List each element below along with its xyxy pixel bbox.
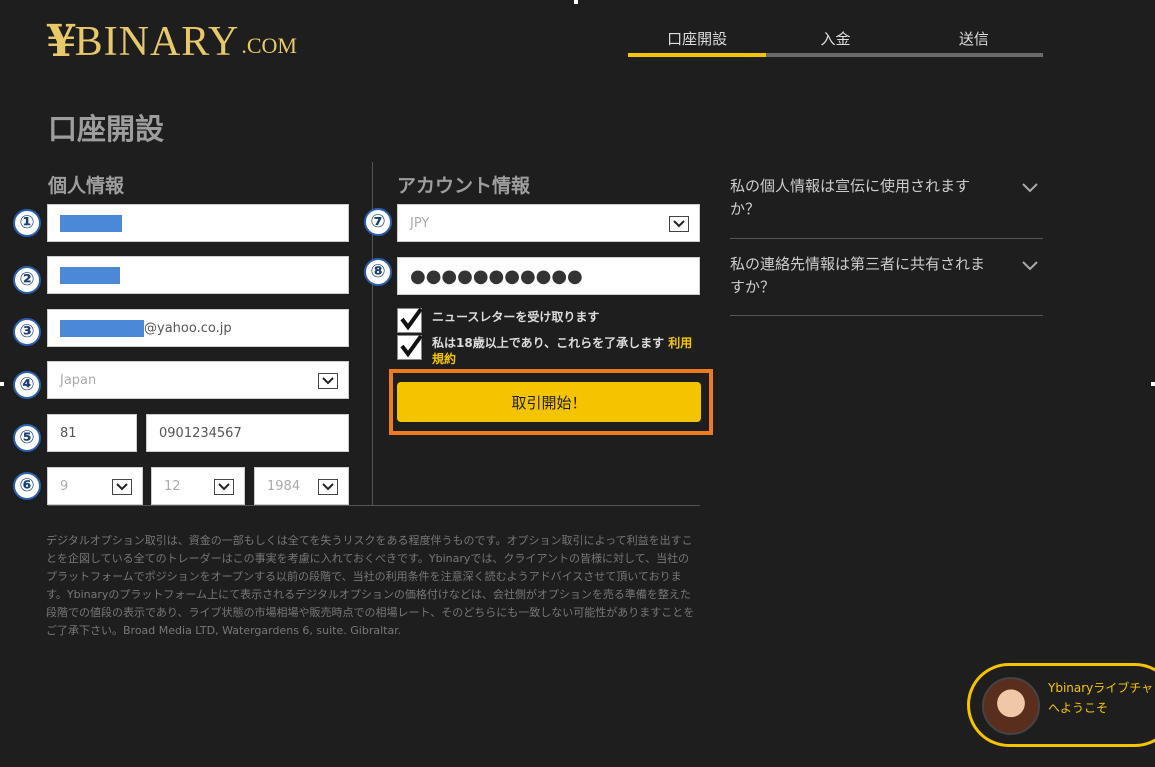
- chevron-down-icon: [318, 479, 338, 495]
- birth-month-select[interactable]: 12: [151, 467, 245, 505]
- redacted-text: [60, 266, 120, 284]
- selection-handle: [574, 0, 578, 4]
- step-number-1: ①: [13, 209, 41, 237]
- step-number-2: ②: [13, 266, 41, 294]
- chat-line-2: へようこそ: [1048, 701, 1109, 715]
- agent-avatar: [982, 677, 1040, 735]
- phone-number-value: 0901234567: [159, 425, 242, 441]
- step-number-3: ③: [13, 318, 41, 346]
- email-field[interactable]: @yahoo.co.jp: [47, 309, 349, 347]
- last-name-field[interactable]: [47, 256, 349, 294]
- faq-item-third-party[interactable]: 私の連絡先情報は第三者に共有されますか？: [730, 253, 1043, 316]
- chevron-down-icon: [669, 216, 689, 232]
- checkmark-icon: [400, 334, 423, 358]
- faq-question: 私の連絡先情報は第三者に共有されますか？: [730, 255, 986, 296]
- step-number-5: ⑤: [13, 424, 41, 452]
- email-suffix: @yahoo.co.jp: [144, 320, 232, 336]
- phone-number-field[interactable]: 0901234567: [146, 414, 349, 452]
- country-select[interactable]: Japan: [47, 361, 349, 399]
- faq-item-ads[interactable]: 私の個人情報は宣伝に使用されますか？: [730, 175, 1043, 239]
- page-title: 口座開設: [48, 112, 165, 146]
- logo-yen: ¥: [46, 16, 77, 67]
- newsletter-checkbox[interactable]: [397, 307, 423, 333]
- ybinary-logo[interactable]: ¥ BINARY .COM: [46, 14, 297, 66]
- first-name-field[interactable]: [47, 204, 349, 242]
- account-info-heading: アカウント情報: [397, 175, 531, 197]
- chevron-down-icon: [1022, 261, 1038, 271]
- currency-value: JPY: [410, 215, 430, 231]
- chevron-down-icon: [112, 479, 132, 495]
- birth-day-select[interactable]: 9: [47, 467, 143, 505]
- phone-code-value: 81: [60, 425, 77, 441]
- redacted-text: [60, 319, 144, 337]
- selection-handle: [0, 382, 4, 386]
- birth-year-value: 1984: [267, 478, 301, 494]
- newsletter-label: ニュースレターを受け取ります: [432, 310, 600, 324]
- birth-day-value: 9: [60, 478, 69, 494]
- chat-line-1: Ybinaryライブチャット: [1048, 681, 1155, 695]
- form-divider: [48, 505, 700, 506]
- chevron-down-icon: [214, 479, 234, 495]
- live-chat-widget[interactable]: Ybinaryライブチャット へようこそ: [967, 663, 1155, 747]
- logo-dotcom: .COM: [241, 33, 297, 58]
- logo-word: BINARY: [74, 19, 240, 65]
- signup-page: ¥ BINARY .COM 口座開設 入金 送信 口座開設 個人情報 アカウント…: [0, 0, 1155, 767]
- password-field[interactable]: ●●●●●●●●●●●: [397, 257, 700, 295]
- step-number-7: ⑦: [364, 208, 392, 236]
- chat-greeting: Ybinaryライブチャット へようこそ: [1048, 678, 1155, 718]
- step-send: 送信: [904, 28, 1043, 57]
- country-value: Japan: [60, 372, 97, 388]
- personal-info-heading: 個人情報: [48, 175, 125, 197]
- password-value: ●●●●●●●●●●●: [410, 265, 583, 287]
- birth-year-select[interactable]: 1984: [254, 467, 349, 505]
- start-trading-button[interactable]: 取引開始！: [397, 382, 701, 422]
- step-deposit: 入金: [766, 28, 905, 57]
- progress-steps: 口座開設 入金 送信: [628, 28, 1043, 57]
- step-number-6: ⑥: [13, 472, 41, 500]
- selection-handle: [1151, 382, 1155, 386]
- currency-select[interactable]: JPY: [397, 204, 700, 242]
- checkmark-icon: [400, 307, 423, 331]
- risk-disclaimer: デジタルオプション取引は、資金の一部もしくは全てを失うリスクをある程度伴うもので…: [46, 534, 695, 637]
- chevron-down-icon: [318, 373, 338, 389]
- redacted-text: [60, 214, 122, 232]
- step-number-8: ⑧: [364, 258, 392, 286]
- birth-month-value: 12: [164, 478, 181, 494]
- step-number-4: ④: [13, 371, 41, 399]
- phone-code-field[interactable]: 81: [47, 414, 137, 452]
- chevron-down-icon: [1022, 183, 1038, 193]
- terms-label: 私は18歳以上であり、これらを了承します 利用規約: [432, 335, 702, 367]
- terms-checkbox[interactable]: [397, 334, 423, 360]
- step-account-open: 口座開設: [628, 28, 767, 57]
- faq-question: 私の個人情報は宣伝に使用されますか？: [730, 177, 971, 218]
- terms-text: 私は18歳以上であり、これらを了承します: [432, 336, 669, 350]
